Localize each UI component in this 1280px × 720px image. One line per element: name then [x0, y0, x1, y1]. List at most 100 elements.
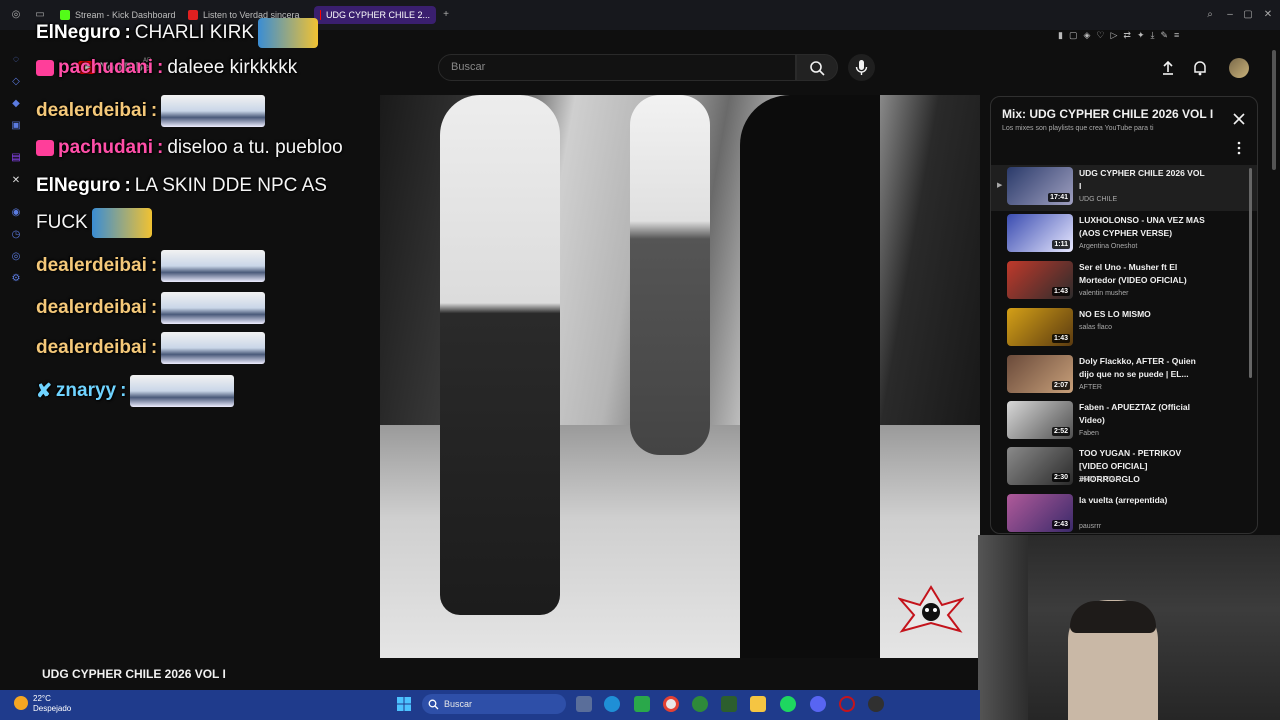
chrome-icon[interactable]	[663, 696, 679, 712]
stream-logo-icon	[898, 585, 964, 633]
new-tab-icon[interactable]: +	[440, 9, 452, 21]
playlist-item[interactable]: 2:52 Faben - APUEZTAZ (Official Video) Fab…	[991, 399, 1257, 445]
task-view-icon[interactable]	[576, 696, 592, 712]
sidebar-home-icon[interactable]: ◌	[10, 54, 22, 66]
chat-separator: :	[157, 137, 164, 158]
playlist-item[interactable]: ▶ 17:41 UDG CYPHER CHILE 2026 VOL I UDG CHI…	[991, 165, 1257, 211]
close-icon[interactable]	[1231, 111, 1247, 127]
menu-icon[interactable]: ≡	[1174, 30, 1179, 44]
chat-message: dealerdeibai:	[36, 292, 266, 324]
sidebar-history-icon[interactable]: ◷	[10, 229, 22, 241]
chat-badge-icon: ✘	[36, 380, 52, 402]
avatar[interactable]	[1229, 58, 1249, 78]
player-icon[interactable]: ▷	[1110, 30, 1117, 44]
weather-temperature[interactable]: 22°C	[33, 694, 51, 703]
playlist-item[interactable]: 1:11 LUXHOLONSO - UNA VEZ MAS (AOS CYPHER…	[991, 212, 1257, 258]
heart-icon[interactable]: ♡	[1096, 30, 1104, 44]
notifications-bell-icon[interactable]	[1191, 59, 1209, 77]
video-frame-figure	[630, 95, 710, 455]
playlist-item[interactable]: 2:30 TOO YUGAN - PETRIKOV [VIDEO OFICIAL]…	[991, 445, 1257, 491]
playlist-item[interactable]: 2:43 la vuelta (arrepentida) pausrrr	[991, 492, 1257, 533]
snapshot-icon[interactable]: ▢	[1069, 30, 1078, 44]
edge-browser-icon[interactable]	[604, 696, 620, 712]
playlist-thumbnail[interactable]: 1:43	[1007, 308, 1073, 346]
minimize-icon[interactable]: –	[1224, 9, 1236, 21]
ai-icon[interactable]: ✎	[1160, 30, 1168, 44]
chat-separator: :	[157, 57, 164, 78]
translate-icon[interactable]: ⇄	[1123, 30, 1131, 44]
more-options-icon[interactable]	[1235, 141, 1243, 155]
playlist-thumbnail[interactable]: 1:43	[1007, 261, 1073, 299]
playlist-item[interactable]: 2:07 Doly Flackko, AFTER - Quien dijo que…	[991, 353, 1257, 399]
file-explorer-icon[interactable]	[750, 696, 766, 712]
sidebar-settings-icon[interactable]: ⚙	[10, 273, 22, 285]
chat-separator: :	[150, 337, 158, 358]
playlist-thumbnail[interactable]: 17:41	[1007, 167, 1073, 205]
browser-menu-icon[interactable]: ◎	[10, 9, 22, 21]
playlist-item-title[interactable]: UDG CYPHER CHILE 2026 VOL I	[1079, 167, 1209, 193]
sidebar-messenger-icon[interactable]: ◆	[10, 98, 22, 110]
playlist-thumbnail[interactable]: 2:52	[1007, 401, 1073, 439]
playlist-item-title[interactable]: la vuelta (arrepentida)	[1079, 494, 1209, 507]
video-duration: 2:52	[1051, 427, 1070, 436]
video-player[interactable]	[380, 95, 980, 658]
chat-username: ElNeguro	[36, 175, 121, 196]
xbox-icon[interactable]	[692, 696, 708, 712]
obs-icon[interactable]	[868, 696, 884, 712]
tab-udg-cypher[interactable]: UDG CYPHER CHILE 2...	[314, 6, 436, 24]
spotify-icon[interactable]	[780, 696, 796, 712]
playlist-thumbnail[interactable]: 1:11	[1007, 214, 1073, 252]
chat-emote-icon	[161, 292, 266, 324]
video-duration: 1:43	[1051, 287, 1070, 296]
minecraft-icon[interactable]	[634, 696, 650, 712]
chat-message: dealerdeibai:	[36, 332, 266, 364]
bookmark-icon[interactable]: ▮	[1058, 30, 1063, 44]
opera-icon[interactable]	[839, 696, 855, 712]
chat-message: FUCK	[36, 208, 152, 238]
chat-username: ElNeguro	[36, 22, 121, 43]
weather-sun-icon[interactable]	[14, 696, 28, 710]
playlist-scrollbar[interactable]	[1249, 168, 1252, 378]
tab-label: UDG CYPHER CHILE 2...	[325, 10, 430, 20]
playlist-item[interactable]: 1:43 NO ES LO MISMO salas flaco	[991, 306, 1257, 352]
playlist-item-title[interactable]: Faben - APUEZTAZ (Official Video)	[1079, 401, 1209, 427]
sidebar-player-icon[interactable]: ◉	[10, 207, 22, 219]
playlist-item-channel: salas flaco	[1079, 324, 1113, 331]
sidebar-mail-icon[interactable]: ▣	[10, 120, 22, 132]
playlist-thumbnail[interactable]: 2:43	[1007, 494, 1073, 532]
shield-icon[interactable]: ◈	[1083, 30, 1090, 44]
video-frame-figure	[740, 95, 880, 658]
chat-emote-icon	[161, 250, 266, 282]
sidebar-shop-icon[interactable]: ◇	[10, 76, 22, 88]
playlist-item-title[interactable]: LUXHOLONSO - UNA VEZ MAS (AOS CYPHER VER…	[1079, 214, 1209, 240]
playlist-thumbnail[interactable]: 2:07	[1007, 355, 1073, 393]
chat-separator: :	[124, 22, 131, 43]
playlist-thumbnail[interactable]: 2:30	[1007, 447, 1073, 485]
search-tabs-icon[interactable]: ⌕	[1204, 9, 1216, 21]
minecraft-launcher-icon[interactable]	[721, 696, 737, 712]
playlist-item-title[interactable]: Ser el Uno - Musher ft El Mortedor (VIDE…	[1079, 261, 1209, 287]
search-button[interactable]	[796, 54, 838, 81]
playlist-item-title[interactable]: NO ES LO MISMO	[1079, 308, 1209, 321]
upload-icon[interactable]	[1159, 59, 1177, 77]
sidebar-x-icon[interactable]: ✕	[10, 175, 22, 187]
voice-search-button[interactable]	[848, 54, 875, 81]
weather-description[interactable]: Despejado	[33, 704, 71, 713]
download-icon[interactable]: ⤓	[1150, 30, 1154, 44]
playlist-item-title[interactable]: Doly Flackko, AFTER - Quien dijo que no …	[1079, 355, 1209, 381]
sidebar-twitch-icon[interactable]: ▤	[10, 152, 22, 164]
windows-start-icon[interactable]	[396, 696, 412, 712]
page-scrollbar[interactable]	[1272, 50, 1276, 170]
extensions-icon[interactable]: ✦	[1137, 30, 1145, 44]
sidebar-extensions-icon[interactable]: ◎	[10, 251, 22, 263]
maximize-icon[interactable]: ▢	[1242, 9, 1254, 21]
chat-separator: :	[150, 255, 158, 276]
taskbar-search-input[interactable]: Buscar	[422, 694, 566, 714]
video-title: UDG CYPHER CHILE 2026 VOL I	[42, 667, 226, 681]
playlist-item[interactable]: 1:43 Ser el Uno - Musher ft El Mortedor (…	[991, 259, 1257, 305]
discord-icon[interactable]	[810, 696, 826, 712]
search-icon	[428, 699, 439, 710]
search-input[interactable]: Buscar	[438, 54, 796, 81]
playlist-title: Mix: UDG CYPHER CHILE 2026 VOL I	[1002, 107, 1214, 121]
close-window-icon[interactable]: ✕	[1262, 9, 1274, 21]
